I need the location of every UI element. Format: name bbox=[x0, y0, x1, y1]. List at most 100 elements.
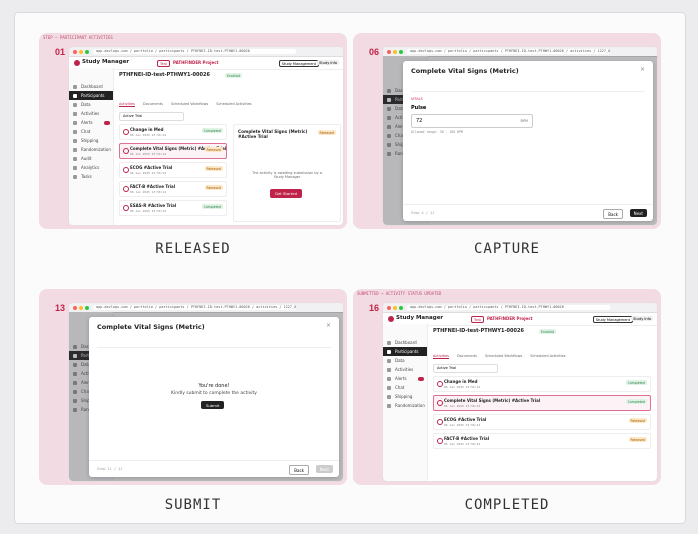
maximize-dot-icon[interactable] bbox=[85, 305, 89, 310]
close-dot-icon[interactable] bbox=[73, 305, 77, 310]
caption-released: RELEASED bbox=[155, 241, 231, 257]
alerts-icon bbox=[387, 376, 391, 381]
minimize-dot-icon[interactable] bbox=[79, 49, 83, 54]
sidebar-item-analytics[interactable]: Analytics bbox=[69, 163, 113, 172]
alert-badge bbox=[104, 120, 110, 125]
get-started-button[interactable]: Get Started bbox=[270, 189, 302, 198]
tab-activities[interactable]: Activities bbox=[433, 354, 449, 359]
sidebar-item-data[interactable]: Data bbox=[69, 100, 113, 109]
maximize-dot-icon[interactable] bbox=[399, 49, 403, 54]
close-dot-icon[interactable] bbox=[387, 49, 391, 54]
status-badge: Released bbox=[628, 437, 647, 442]
sidebar-item-shipping[interactable]: Shipping bbox=[69, 136, 113, 145]
env-pill: Test bbox=[157, 60, 170, 67]
status-badge: Released bbox=[317, 130, 336, 135]
minimize-dot-icon[interactable] bbox=[393, 49, 397, 54]
sidebar-item-chat[interactable]: Chat bbox=[69, 127, 113, 136]
list-item[interactable]: Complete Vital Signs (Metric) #Active Tr… bbox=[119, 143, 227, 159]
modal-title: Complete Vital Signs (Metric) bbox=[97, 323, 205, 331]
browser-chrome: app.devlogs.com / portfolio / participan… bbox=[69, 47, 343, 57]
activity-icon bbox=[123, 167, 129, 173]
study-info-button[interactable]: Study Info bbox=[317, 60, 339, 65]
filter-select[interactable]: Active Trial bbox=[119, 112, 184, 121]
study-management-button[interactable]: Study Management bbox=[278, 60, 319, 67]
participant-title: PTHFNEI-ID-test-PTHWY1-00026 bbox=[433, 328, 524, 334]
list-item[interactable]: FACT-B #Active Trial 06 Jan 2025 23:56:44… bbox=[119, 181, 227, 197]
maximize-dot-icon[interactable] bbox=[399, 305, 403, 310]
list-item[interactable]: Change in Med 06 Jan 2025 23:56:44 Complet… bbox=[119, 124, 227, 140]
step-number: 16 bbox=[368, 303, 379, 313]
sidebar-item-tasks[interactable]: Tasks bbox=[69, 172, 113, 181]
sidebar-item-shipping[interactable]: Shipping bbox=[383, 392, 427, 401]
tab-documents[interactable]: Documents bbox=[457, 354, 477, 358]
back-button[interactable]: Back bbox=[603, 209, 623, 219]
list-item[interactable]: Complete Vital Signs (Metric) #Active Tr… bbox=[433, 395, 651, 411]
address-bar[interactable]: app.devlogs.com / portfolio / participan… bbox=[407, 49, 610, 54]
sidebar-item-randomization[interactable]: Randomization bbox=[69, 145, 113, 154]
activity-icon bbox=[123, 129, 129, 135]
sidebar-item-dashboard[interactable]: Dashboard bbox=[69, 82, 113, 91]
maximize-dot-icon[interactable] bbox=[85, 49, 89, 54]
participant-title: PTHFNEI-ID-test-PTHWY1-00026 bbox=[119, 72, 210, 78]
browser-window: app.devlogs.com / portfolio / participan… bbox=[383, 47, 657, 225]
minimize-dot-icon[interactable] bbox=[393, 305, 397, 310]
close-dot-icon[interactable] bbox=[73, 49, 77, 54]
tab-documents[interactable]: Documents bbox=[143, 102, 163, 106]
sidebar-item-activities[interactable]: Activities bbox=[69, 109, 113, 118]
tab-scheduled-workflows[interactable]: Scheduled Workflows bbox=[171, 102, 208, 106]
tab-activities[interactable]: Activities bbox=[119, 102, 135, 107]
pulse-input[interactable]: 72 BPM bbox=[411, 114, 533, 128]
sidebar-item-participants[interactable]: Participants bbox=[69, 91, 113, 100]
sidebar-item-data[interactable]: Data bbox=[383, 356, 427, 365]
env-pill: Test bbox=[471, 316, 484, 323]
submit-button[interactable]: Submit bbox=[201, 401, 225, 409]
modal-title: Complete Vital Signs (Metric) bbox=[411, 67, 519, 75]
sidebar-item-alerts[interactable]: Alerts bbox=[69, 118, 113, 127]
close-icon[interactable]: × bbox=[640, 66, 645, 73]
activity-icon bbox=[437, 400, 443, 406]
sidebar-item-dashboard[interactable]: Dashboard bbox=[383, 338, 427, 347]
tab-scheduled-activities[interactable]: Scheduled Activities bbox=[216, 102, 251, 106]
next-button[interactable]: Next bbox=[629, 209, 647, 217]
list-item[interactable]: ESAS-R #Active Trial 06 Jan 2025 23:56:44… bbox=[119, 200, 227, 216]
list-item[interactable]: ECOG #Active Trial 06 Jan 2025 23:56:44 Re… bbox=[433, 414, 651, 430]
address-bar[interactable]: app.devlogs.com / portfolio / participan… bbox=[93, 305, 296, 310]
list-item[interactable]: ECOG #Active Trial 06 Jan 2025 23:56:44 Re… bbox=[119, 162, 227, 178]
next-button[interactable]: Next bbox=[315, 465, 333, 473]
activity-icon bbox=[437, 381, 443, 387]
close-icon[interactable]: × bbox=[326, 322, 331, 329]
sidebar-item-audit[interactable]: Audit bbox=[69, 154, 113, 163]
status-badge: Released bbox=[204, 147, 223, 152]
dashboard-icon bbox=[387, 340, 391, 345]
project-name[interactable]: PATHFINDER Project bbox=[173, 60, 219, 65]
close-dot-icon[interactable] bbox=[387, 305, 391, 310]
minimize-dot-icon[interactable] bbox=[79, 305, 83, 310]
tab-scheduled-activities[interactable]: Scheduled Activities bbox=[530, 354, 565, 358]
sidebar-item-activities[interactable]: Activities bbox=[383, 365, 427, 374]
caption-completed: COMPLETED bbox=[464, 497, 550, 513]
audit-icon bbox=[73, 156, 77, 161]
alerts-icon bbox=[73, 120, 77, 125]
modal-meta bbox=[97, 335, 331, 348]
alert-badge bbox=[418, 376, 424, 381]
section-label: VITALS bbox=[411, 97, 423, 101]
browser-window: app.devlogs.com / portfolio / participan… bbox=[69, 303, 343, 481]
study-info-button[interactable]: Study Info bbox=[631, 316, 653, 321]
chat-icon bbox=[387, 385, 391, 390]
sidebar-item-chat[interactable]: Chat bbox=[383, 383, 427, 392]
address-bar[interactable]: app.devlogs.com / portfolio / participan… bbox=[93, 49, 296, 54]
address-bar[interactable]: app.devlogs.com / portfolio / participan… bbox=[407, 305, 610, 310]
list-item[interactable]: FACT-B #Active Trial 06 Jan 2025 23:56:44… bbox=[433, 433, 651, 449]
status-badge: Completed bbox=[625, 380, 647, 385]
tab-scheduled-workflows[interactable]: Scheduled Workflows bbox=[485, 354, 522, 358]
step-counter: Step 11 / 11 bbox=[97, 467, 123, 471]
sidebar-item-participants[interactable]: Participants bbox=[383, 347, 427, 356]
study-management-button[interactable]: Study Management bbox=[592, 316, 633, 323]
project-name[interactable]: PATHFINDER Project bbox=[487, 316, 533, 321]
participants-icon bbox=[73, 93, 77, 98]
sidebar-item-randomization[interactable]: Randomization bbox=[383, 401, 427, 410]
filter-select[interactable]: Active Trial bbox=[433, 364, 498, 373]
sidebar-item-alerts[interactable]: Alerts bbox=[383, 374, 427, 383]
back-button[interactable]: Back bbox=[289, 465, 309, 475]
list-item[interactable]: Change in Med 06 Jan 2025 23:56:44 Complet… bbox=[433, 376, 651, 392]
